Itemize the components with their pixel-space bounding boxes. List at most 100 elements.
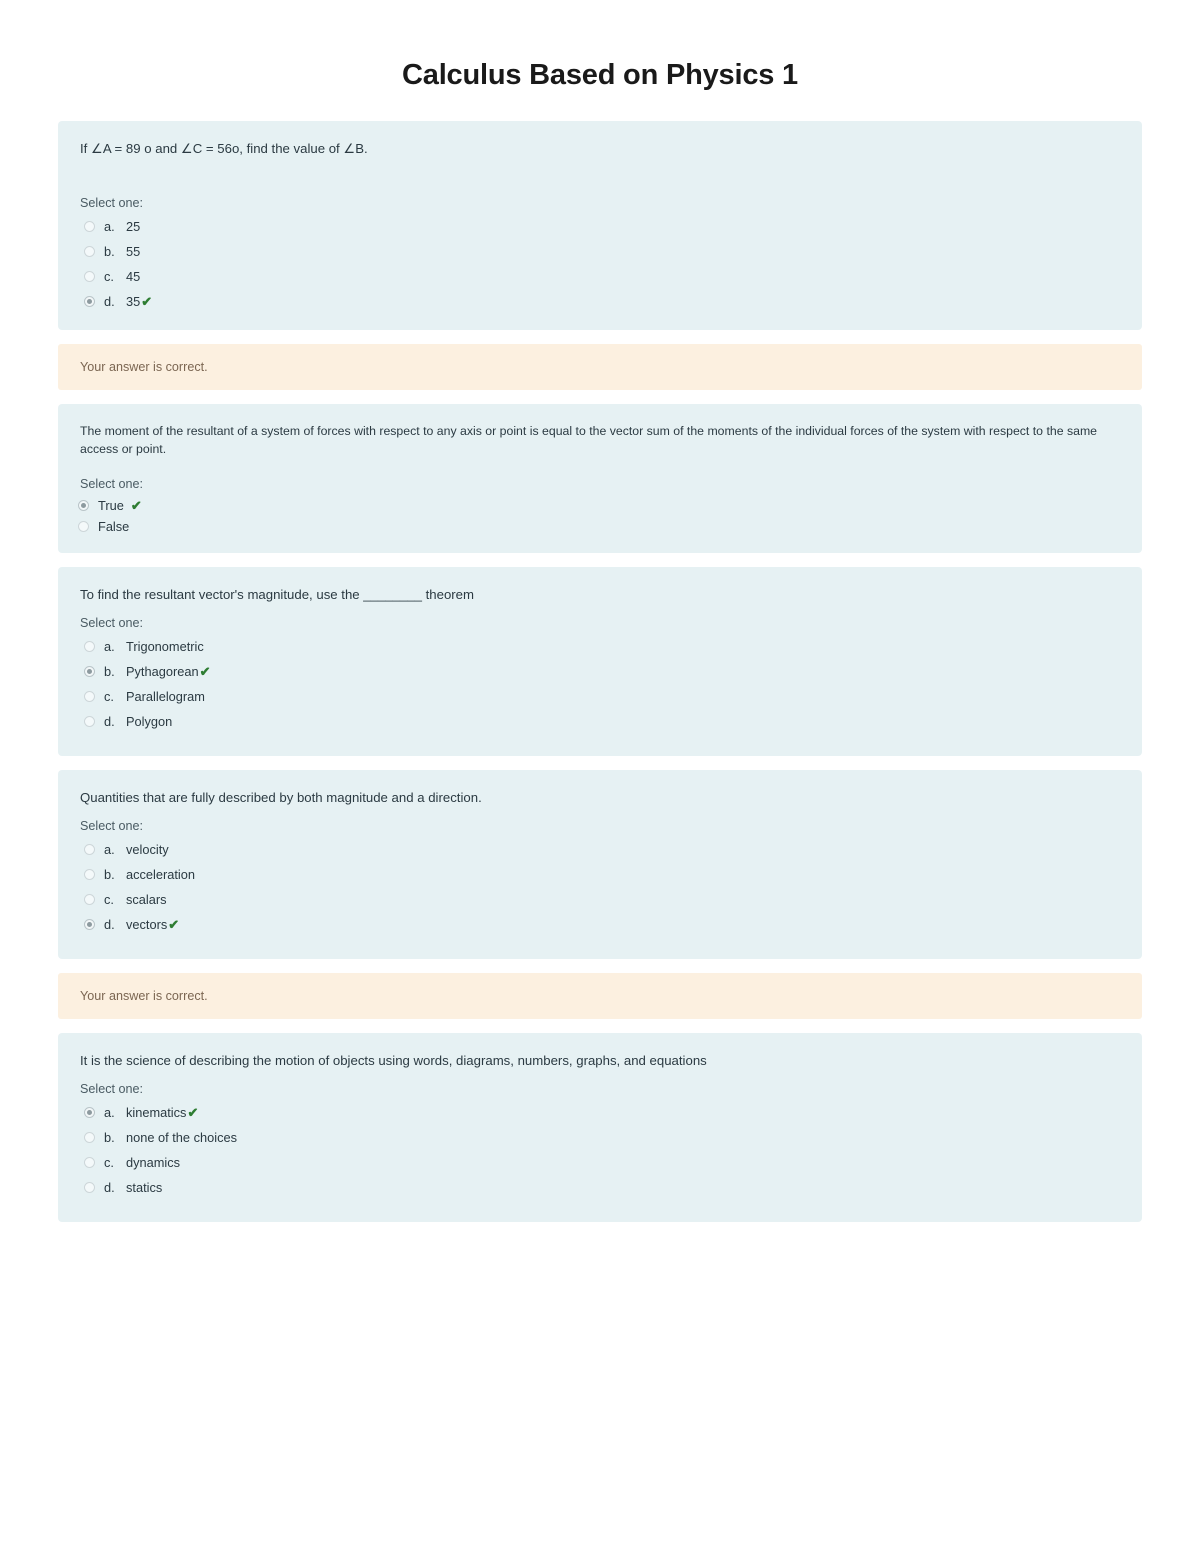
correct-check-icon: ✔	[168, 917, 180, 933]
answer-label: 25	[126, 218, 141, 234]
question-panel: It is the science of describing the moti…	[58, 1033, 1142, 1223]
answer-option[interactable]: b. 55	[70, 239, 1130, 264]
correct-check-icon: ✔	[199, 663, 211, 679]
feedback-text: Your answer is correct.	[80, 989, 208, 1004]
answer-label: Pythagorean	[126, 663, 199, 679]
answer-label: 35	[126, 293, 141, 309]
radio-unselected-icon[interactable]	[84, 894, 95, 906]
radio-selected-icon[interactable]	[78, 499, 89, 511]
answer-label: dynamics	[126, 1155, 181, 1171]
page-title: Calculus Based on Physics 1	[402, 59, 798, 91]
answer-label: statics	[126, 1180, 163, 1196]
answer-option[interactable]: True ✔	[70, 495, 1130, 516]
radio-unselected-icon[interactable]	[84, 844, 95, 856]
answer-letter: c.	[104, 892, 114, 908]
select-one-label: Select one:	[80, 819, 144, 834]
answer-letter: b.	[104, 663, 115, 679]
question-panel: The moment of the resultant of a system …	[58, 403, 1142, 553]
answer-letter: d.	[104, 293, 115, 309]
answer-letter: a.	[104, 638, 115, 654]
answer-option[interactable]: a. 25	[70, 214, 1130, 239]
answer-letter: b.	[104, 867, 115, 883]
answer-label: Trigonometric	[126, 638, 204, 654]
answer-options-list: a. kinematics ✔ b. none of the choices c. dyna…	[70, 1100, 1130, 1200]
question-text: The moment of the resultant of a system …	[80, 423, 1098, 457]
answer-letter: c.	[104, 268, 114, 284]
radio-unselected-icon[interactable]	[84, 1157, 95, 1169]
radio-unselected-icon[interactable]	[84, 1132, 95, 1144]
answer-letter: a.	[104, 842, 115, 858]
radio-unselected-icon[interactable]	[84, 245, 95, 257]
answer-label: velocity	[126, 842, 169, 858]
radio-unselected-icon[interactable]	[84, 1182, 95, 1194]
radio-selected-icon[interactable]	[84, 665, 95, 677]
answer-option[interactable]: c. Parallelogram	[70, 684, 1130, 709]
answer-label: 55	[126, 243, 141, 259]
stem-spacer	[70, 459, 1130, 477]
answer-option[interactable]: b. none of the choices	[70, 1125, 1130, 1150]
answer-options-list: a. Trigonometric b. Pythagorean ✔ c. Parallelo…	[70, 634, 1130, 734]
radio-selected-icon[interactable]	[84, 295, 95, 307]
answer-options-list: a. velocity b. acceleration c. scalars d. vecto…	[70, 837, 1130, 937]
answer-letter: b.	[104, 1130, 115, 1146]
answer-letter: b.	[104, 243, 115, 259]
question-panel: Quantities that are fully described by b…	[58, 769, 1142, 960]
feedback-text: Your answer is correct.	[80, 359, 208, 374]
radio-unselected-icon[interactable]	[84, 270, 95, 282]
answer-option[interactable]: a. kinematics ✔	[70, 1100, 1130, 1125]
answer-letter: a.	[104, 218, 115, 234]
quiz-review-page: Calculus Based on Physics 1 If ∠A = 89 o…	[0, 0, 1200, 1553]
radio-selected-icon[interactable]	[84, 1107, 95, 1119]
answer-option[interactable]: d. statics	[70, 1175, 1130, 1200]
radio-unselected-icon[interactable]	[84, 640, 95, 652]
correct-check-icon: ✔	[141, 293, 153, 309]
answer-option[interactable]: d. Polygon	[70, 709, 1130, 734]
question-panel: If ∠A = 89 o and ∠C = 56o, find the valu…	[58, 120, 1142, 330]
answer-option[interactable]: c. 45	[70, 264, 1130, 289]
answer-label: kinematics	[126, 1105, 187, 1121]
radio-unselected-icon[interactable]	[84, 715, 95, 727]
answer-letter: a.	[104, 1105, 115, 1121]
answer-label: vectors	[126, 917, 168, 933]
question-panel: To find the resultant vector's magnitude…	[58, 566, 1142, 756]
correct-check-icon: ✔	[130, 497, 142, 513]
answer-label: Parallelogram	[126, 688, 205, 704]
answer-option[interactable]: b. acceleration	[70, 862, 1130, 887]
answer-option[interactable]: a. Trigonometric	[70, 634, 1130, 659]
stem-spacer	[70, 604, 1130, 616]
answer-letter: d.	[104, 713, 115, 729]
question-text: To find the resultant vector's magnitude…	[80, 586, 474, 602]
answer-option[interactable]: c. scalars	[70, 887, 1130, 912]
answer-label: True	[98, 497, 124, 513]
select-one-label: Select one:	[80, 615, 144, 630]
radio-unselected-icon[interactable]	[84, 869, 95, 881]
answer-letter: c.	[104, 688, 114, 704]
question-text: If ∠A = 89 o and ∠C = 56o, find the valu…	[80, 140, 368, 156]
answer-label: Polygon	[126, 713, 173, 729]
answer-option[interactable]: False	[70, 516, 1130, 537]
stem-spacer	[70, 158, 1130, 196]
answer-label: 45	[126, 268, 141, 284]
answer-option[interactable]: b. Pythagorean ✔	[70, 659, 1130, 684]
answer-label: acceleration	[126, 867, 196, 883]
answer-option[interactable]: d. 35 ✔	[70, 289, 1130, 314]
question-text: Quantities that are fully described by b…	[80, 789, 482, 805]
answer-letter: d.	[104, 1180, 115, 1196]
select-one-label: Select one:	[80, 1082, 144, 1097]
quiz-blocks-container: If ∠A = 89 o and ∠C = 56o, find the valu…	[58, 120, 1142, 1223]
answer-options-list: a. 25 b. 55 c. 45 d. 35 ✔	[70, 214, 1130, 314]
stem-spacer	[70, 807, 1130, 819]
radio-unselected-icon[interactable]	[78, 520, 89, 532]
answer-letter: c.	[104, 1155, 114, 1171]
answer-option[interactable]: d. vectors ✔	[70, 912, 1130, 937]
radio-selected-icon[interactable]	[84, 919, 95, 931]
question-text: It is the science of describing the moti…	[80, 1053, 707, 1069]
correct-check-icon: ✔	[187, 1105, 199, 1121]
answer-label: scalars	[126, 892, 167, 908]
answer-options-list: True ✔ False	[70, 495, 1130, 537]
answer-option[interactable]: c. dynamics	[70, 1150, 1130, 1175]
radio-unselected-icon[interactable]	[84, 690, 95, 702]
radio-unselected-icon[interactable]	[84, 220, 95, 232]
answer-option[interactable]: a. velocity	[70, 837, 1130, 862]
select-one-label: Select one:	[80, 195, 144, 210]
